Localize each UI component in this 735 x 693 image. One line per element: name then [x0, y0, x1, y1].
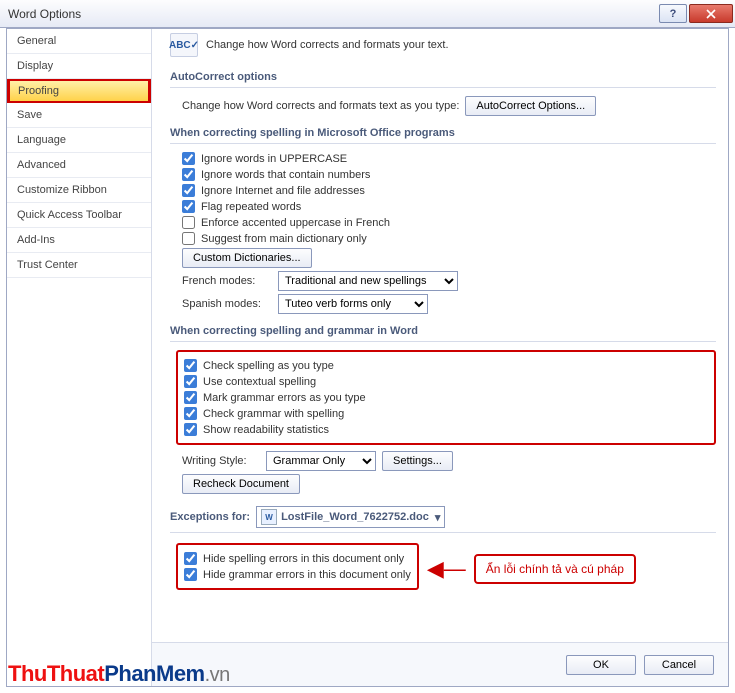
lbl-readability[interactable]: Show readability statistics [203, 424, 329, 436]
exceptions-document-select[interactable]: W LostFile_Word_7622752.doc ▾ [256, 506, 445, 528]
window-title: Word Options [8, 7, 81, 21]
nav-item-quick-access-toolbar[interactable]: Quick Access Toolbar [7, 203, 151, 228]
highlight-box-spelling-grammar: Check spelling as you type Use contextua… [176, 350, 716, 445]
nav-item-display[interactable]: Display [7, 54, 151, 79]
nav-item-save[interactable]: Save [7, 103, 151, 128]
chk-ignore-internet[interactable] [182, 184, 195, 197]
heading-autocorrect: AutoCorrect options [170, 63, 716, 88]
nav-item-language[interactable]: Language [7, 128, 151, 153]
nav-item-trust-center[interactable]: Trust Center [7, 253, 151, 278]
lbl-enforce-accented[interactable]: Enforce accented uppercase in French [201, 217, 390, 229]
callout-box: Ẩn lỗi chính tả và cú pháp [474, 554, 636, 584]
chk-hide-spelling-errors[interactable] [184, 552, 197, 565]
chk-readability[interactable] [184, 423, 197, 436]
titlebar: Word Options ? [0, 0, 735, 28]
document-icon: W [261, 509, 277, 525]
lbl-contextual-spelling[interactable]: Use contextual spelling [203, 376, 316, 388]
lbl-hide-grammar-errors[interactable]: Hide grammar errors in this document onl… [203, 569, 411, 581]
lbl-flag-repeated[interactable]: Flag repeated words [201, 201, 301, 213]
recheck-document-button[interactable]: Recheck Document [182, 474, 300, 494]
chk-ignore-numbers[interactable] [182, 168, 195, 181]
chevron-down-icon: ▾ [435, 511, 441, 524]
proofing-icon: ABC✓ [170, 33, 198, 57]
autocorrect-text: Change how Word corrects and formats tex… [182, 100, 459, 112]
chk-suggest-main[interactable] [182, 232, 195, 245]
chk-mark-grammar[interactable] [184, 391, 197, 404]
exceptions-doc-name: LostFile_Word_7622752.doc [281, 511, 429, 523]
chk-flag-repeated[interactable] [182, 200, 195, 213]
spanish-modes-label: Spanish modes: [182, 298, 272, 310]
close-icon [706, 9, 716, 19]
writing-style-select[interactable]: Grammar Only [266, 451, 376, 471]
chk-enforce-accented[interactable] [182, 216, 195, 229]
lbl-hide-spelling-errors[interactable]: Hide spelling errors in this document on… [203, 553, 404, 565]
highlight-box-exceptions: Hide spelling errors in this document on… [176, 543, 419, 590]
dialog-footer: OK Cancel [152, 642, 728, 686]
lbl-ignore-uppercase[interactable]: Ignore words in UPPERCASE [201, 153, 347, 165]
nav-sidebar: General Display Proofing Save Language A… [7, 29, 152, 686]
chk-contextual-spelling[interactable] [184, 375, 197, 388]
lbl-ignore-internet[interactable]: Ignore Internet and file addresses [201, 185, 365, 197]
custom-dictionaries-button[interactable]: Custom Dictionaries... [182, 248, 312, 268]
chk-check-spelling[interactable] [184, 359, 197, 372]
nav-item-add-ins[interactable]: Add-Ins [7, 228, 151, 253]
french-modes-select[interactable]: Traditional and new spellings [278, 271, 458, 291]
ok-button[interactable]: OK [566, 655, 636, 675]
writing-style-label: Writing Style: [182, 455, 260, 467]
intro-row: ABC✓ Change how Word corrects and format… [170, 33, 716, 57]
intro-text: Change how Word corrects and formats you… [206, 39, 449, 51]
nav-item-proofing[interactable]: Proofing [7, 79, 151, 103]
content-pane: ABC✓ Change how Word corrects and format… [152, 29, 728, 642]
autocorrect-row: Change how Word corrects and formats tex… [182, 96, 716, 116]
settings-button[interactable]: Settings... [382, 451, 453, 471]
help-button[interactable]: ? [659, 4, 687, 23]
exceptions-label: Exceptions for: [170, 511, 250, 523]
heading-office-spelling: When correcting spelling in Microsoft Of… [170, 119, 716, 144]
heading-exceptions: Exceptions for: W LostFile_Word_7622752.… [170, 498, 716, 533]
exceptions-callout-wrap: Hide spelling errors in this document on… [170, 541, 716, 596]
chk-ignore-uppercase[interactable] [182, 152, 195, 165]
callout-arrow-icon: ◀— [427, 558, 466, 580]
lbl-check-spelling[interactable]: Check spelling as you type [203, 360, 334, 372]
nav-item-customize-ribbon[interactable]: Customize Ribbon [7, 178, 151, 203]
chk-hide-grammar-errors[interactable] [184, 568, 197, 581]
lbl-ignore-numbers[interactable]: Ignore words that contain numbers [201, 169, 370, 181]
lbl-grammar-with-spelling[interactable]: Check grammar with spelling [203, 408, 344, 420]
nav-item-advanced[interactable]: Advanced [7, 153, 151, 178]
dialog-frame: General Display Proofing Save Language A… [6, 28, 729, 687]
lbl-suggest-main[interactable]: Suggest from main dictionary only [201, 233, 367, 245]
autocorrect-options-button[interactable]: AutoCorrect Options... [465, 96, 596, 116]
lbl-mark-grammar[interactable]: Mark grammar errors as you type [203, 392, 366, 404]
chk-grammar-with-spelling[interactable] [184, 407, 197, 420]
close-button[interactable] [689, 4, 733, 23]
heading-word-spelling: When correcting spelling and grammar in … [170, 317, 716, 342]
spanish-modes-select[interactable]: Tuteo verb forms only [278, 294, 428, 314]
french-modes-label: French modes: [182, 275, 272, 287]
cancel-button[interactable]: Cancel [644, 655, 714, 675]
nav-item-general[interactable]: General [7, 29, 151, 54]
